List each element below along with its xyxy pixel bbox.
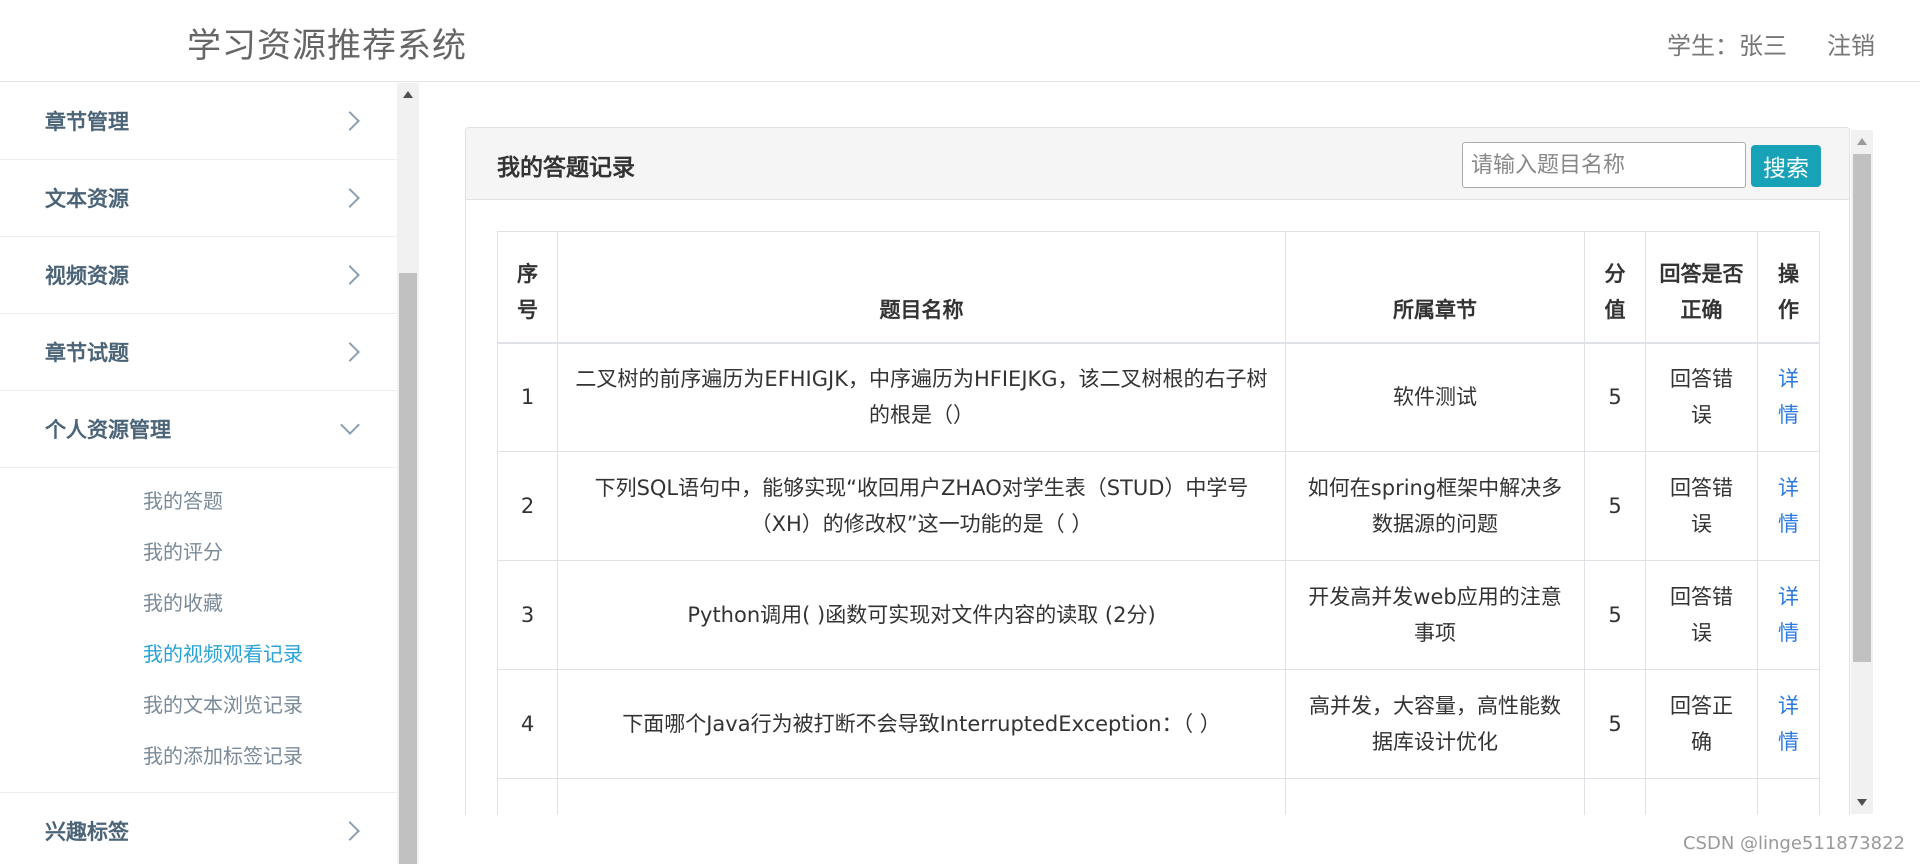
cell-question-name: 下面哪个Java行为被打断不会导致InterruptedException：（ … [557, 669, 1286, 779]
chevron-right-icon [340, 342, 360, 362]
watermark: CSDN @linge511873822 [1682, 833, 1905, 854]
details-link[interactable]: 详情 [1757, 342, 1820, 452]
sidebar-item-label: 兴趣标签 [45, 820, 129, 844]
panel-header: 我的答题记录 搜索 [466, 128, 1849, 200]
details-link[interactable]: 详情 [1757, 451, 1820, 561]
cell-question-name: 二叉树的前序遍历为EFHIGJK，中序遍历为HFIEJKG，该二叉树根的右子树的… [557, 342, 1286, 452]
cell-score: 5 [1584, 669, 1646, 779]
column-header-score: 分值 [1584, 231, 1646, 344]
cell-question-name: Python调用( )函数可实现对文件内容的读取 (2分) [557, 560, 1286, 670]
column-header-chapter: 所属章节 [1285, 231, 1585, 344]
table-row: 3 Python调用( )函数可实现对文件内容的读取 (2分) 开发高并发web… [497, 560, 1820, 670]
logout-link[interactable]: 注销 [1827, 26, 1875, 61]
cell-correct: 回答错误 [1645, 451, 1758, 561]
cell-correct: 回答错误 [1645, 342, 1758, 452]
sidebar-item-personal-resources[interactable]: 个人资源管理 [0, 391, 397, 468]
user-info: 学生：张三 [1667, 32, 1787, 60]
sidebar-item-label: 章节试题 [45, 341, 129, 365]
chevron-right-icon [340, 188, 360, 208]
submenu-personal-resources: 我的答题 我的评分 我的收藏 我的视频观看记录 我的文本浏览记录 我的添加标签记… [0, 468, 397, 793]
column-header-correct: 回答是否正确 [1645, 231, 1758, 344]
sidebar-item-label: 文本资源 [45, 187, 129, 211]
top-header: 学习资源推荐系统 学生：张三 注销 [0, 0, 1920, 82]
cell-chapter: 高并发，大容量，高性能数据库设计优化 [1285, 669, 1585, 779]
sidebar-item-interest-tags[interactable]: 兴趣标签 [0, 793, 397, 864]
sidebar-item-label: 章节管理 [45, 110, 129, 134]
submenu-item-my-ratings[interactable]: 我的评分 [0, 527, 397, 578]
sidebar: 章节管理 文本资源 视频资源 章节试题 个人资源管理 我的答题 我的评分 我的收… [0, 83, 397, 864]
sidebar-item-text-resources[interactable]: 文本资源 [0, 160, 397, 237]
table-row: 2 下列SQL语句中，能够实现“收回用户ZHAO对学生表（STUD）中学号（XH… [497, 451, 1820, 561]
search-button[interactable]: 搜索 [1751, 145, 1821, 187]
details-link[interactable]: 详情 [1757, 669, 1820, 779]
details-link[interactable]: 详情 [1757, 560, 1820, 670]
sidebar-item-chapter-questions[interactable]: 章节试题 [0, 314, 397, 391]
chevron-right-icon [340, 265, 360, 285]
records-table: 序号 题目名称 所属章节 分值 回答是否正确 操作 1 二叉树的前序遍历为EFH… [497, 231, 1820, 864]
submenu-item-my-favorites[interactable]: 我的收藏 [0, 578, 397, 629]
cell-chapter: 如何在spring框架中解决多数据源的问题 [1285, 451, 1585, 561]
records-table-wrap: 序号 题目名称 所属章节 分值 回答是否正确 操作 1 二叉树的前序遍历为EFH… [497, 231, 1821, 864]
cell-index: 4 [497, 669, 558, 779]
cell-question-name: 下列SQL语句中，能够实现“收回用户ZHAO对学生表（STUD）中学号（XH）的… [557, 451, 1286, 561]
cell-index: 1 [497, 342, 558, 452]
cell-index: 2 [497, 451, 558, 561]
sidebar-item-video-resources[interactable]: 视频资源 [0, 237, 397, 314]
answer-records-panel: 我的答题记录 搜索 序号 题目名称 所属章节 分值 回答是否正确 操作 [465, 127, 1850, 864]
sidebar-scrollbar[interactable] [397, 83, 419, 864]
submenu-item-tag-history[interactable]: 我的添加标签记录 [0, 731, 397, 782]
table-header-row: 序号 题目名称 所属章节 分值 回答是否正确 操作 [497, 231, 1820, 344]
table-row: 1 二叉树的前序遍历为EFHIGJK，中序遍历为HFIEJKG，该二叉树根的右子… [497, 342, 1820, 452]
sidebar-item-chapter-management[interactable]: 章节管理 [0, 83, 397, 160]
scroll-up-arrow-icon[interactable] [403, 91, 413, 98]
cell-correct: 回答正确 [1645, 669, 1758, 779]
scroll-down-arrow-icon[interactable] [1857, 799, 1867, 806]
panel-title: 我的答题记录 [497, 155, 635, 181]
sidebar-item-label: 个人资源管理 [45, 418, 171, 442]
chevron-right-icon [340, 111, 360, 131]
app-title: 学习资源推荐系统 [187, 26, 467, 66]
cell-score: 5 [1584, 560, 1646, 670]
cell-chapter: 软件测试 [1285, 342, 1585, 452]
submenu-item-video-history[interactable]: 我的视频观看记录 [0, 629, 397, 680]
chevron-down-icon [340, 415, 360, 435]
content-scrollbar-thumb[interactable] [1853, 154, 1871, 662]
column-header-name: 题目名称 [557, 231, 1286, 344]
sidebar-item-label: 视频资源 [45, 264, 129, 288]
sidebar-scrollbar-thumb[interactable] [399, 273, 417, 864]
cell-correct: 回答错误 [1645, 560, 1758, 670]
content-scrollbar[interactable] [1851, 130, 1873, 814]
cell-score: 5 [1584, 342, 1646, 452]
search-input[interactable] [1462, 142, 1746, 188]
cell-index: 3 [497, 560, 558, 670]
table-row: 4 下面哪个Java行为被打断不会导致InterruptedException：… [497, 669, 1820, 779]
column-header-action: 操作 [1757, 231, 1820, 344]
submenu-item-text-history[interactable]: 我的文本浏览记录 [0, 680, 397, 731]
scroll-up-arrow-icon[interactable] [1857, 138, 1867, 145]
cell-score: 5 [1584, 451, 1646, 561]
cell-chapter: 开发高并发web应用的注意事项 [1285, 560, 1585, 670]
column-header-index: 序号 [497, 231, 558, 344]
submenu-item-my-answers[interactable]: 我的答题 [0, 476, 397, 527]
chevron-right-icon [340, 821, 360, 841]
